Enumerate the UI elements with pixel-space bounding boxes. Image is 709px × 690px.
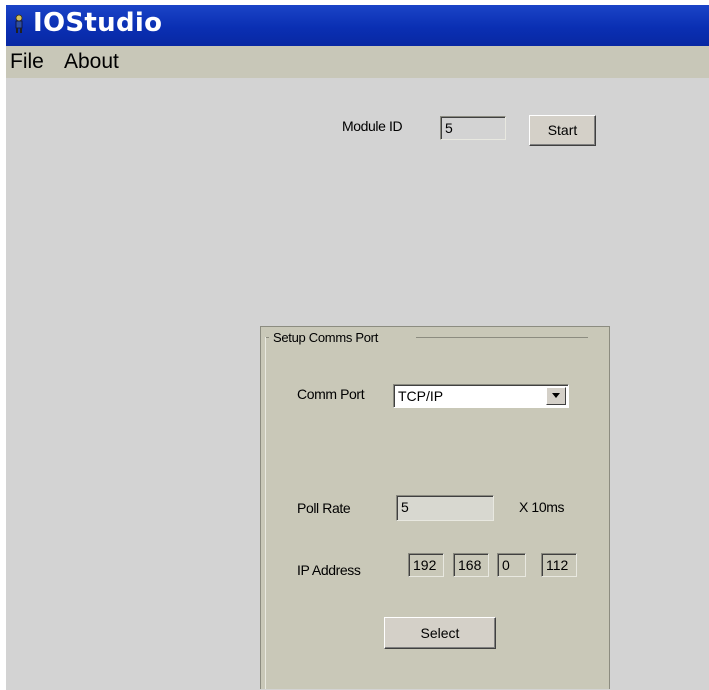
ip-octet-4[interactable]: 112 bbox=[541, 553, 577, 577]
groupbox-border bbox=[265, 337, 266, 689]
poll-rate-field[interactable]: 5 bbox=[396, 495, 494, 521]
main-area: Module ID 5 Start Setup Comms Port Comm … bbox=[6, 78, 709, 690]
ip-octet-1[interactable]: 192 bbox=[408, 553, 444, 577]
chevron-down-icon bbox=[552, 393, 560, 398]
module-id-label: Module ID bbox=[342, 118, 403, 134]
comm-port-value: TCP/IP bbox=[398, 388, 444, 404]
ip-octet-3[interactable]: 0 bbox=[497, 553, 526, 577]
select-button[interactable]: Select bbox=[384, 617, 496, 649]
setup-comms-panel: Setup Comms Port Comm Port TCP/IP Poll R… bbox=[260, 326, 610, 689]
start-button[interactable]: Start bbox=[529, 115, 596, 146]
ip-address-label: IP Address bbox=[297, 562, 361, 578]
groupbox-border bbox=[416, 337, 588, 338]
dropdown-button[interactable] bbox=[546, 387, 566, 405]
app-title: IOStudio bbox=[33, 8, 163, 38]
groupbox-title: Setup Comms Port bbox=[271, 330, 381, 345]
poll-rate-unit: X 10ms bbox=[519, 499, 565, 515]
menu-about[interactable]: About bbox=[64, 50, 119, 74]
menu-bar: File About bbox=[6, 46, 709, 78]
poll-rate-label: Poll Rate bbox=[297, 500, 351, 516]
module-id-field[interactable]: 5 bbox=[440, 116, 506, 140]
person-icon bbox=[15, 14, 23, 33]
comm-port-label: Comm Port bbox=[297, 386, 365, 402]
menu-file[interactable]: File bbox=[10, 50, 44, 74]
comm-port-select[interactable]: TCP/IP bbox=[393, 384, 569, 408]
title-bar[interactable]: IOStudio bbox=[6, 5, 709, 46]
ip-octet-2[interactable]: 168 bbox=[453, 553, 489, 577]
